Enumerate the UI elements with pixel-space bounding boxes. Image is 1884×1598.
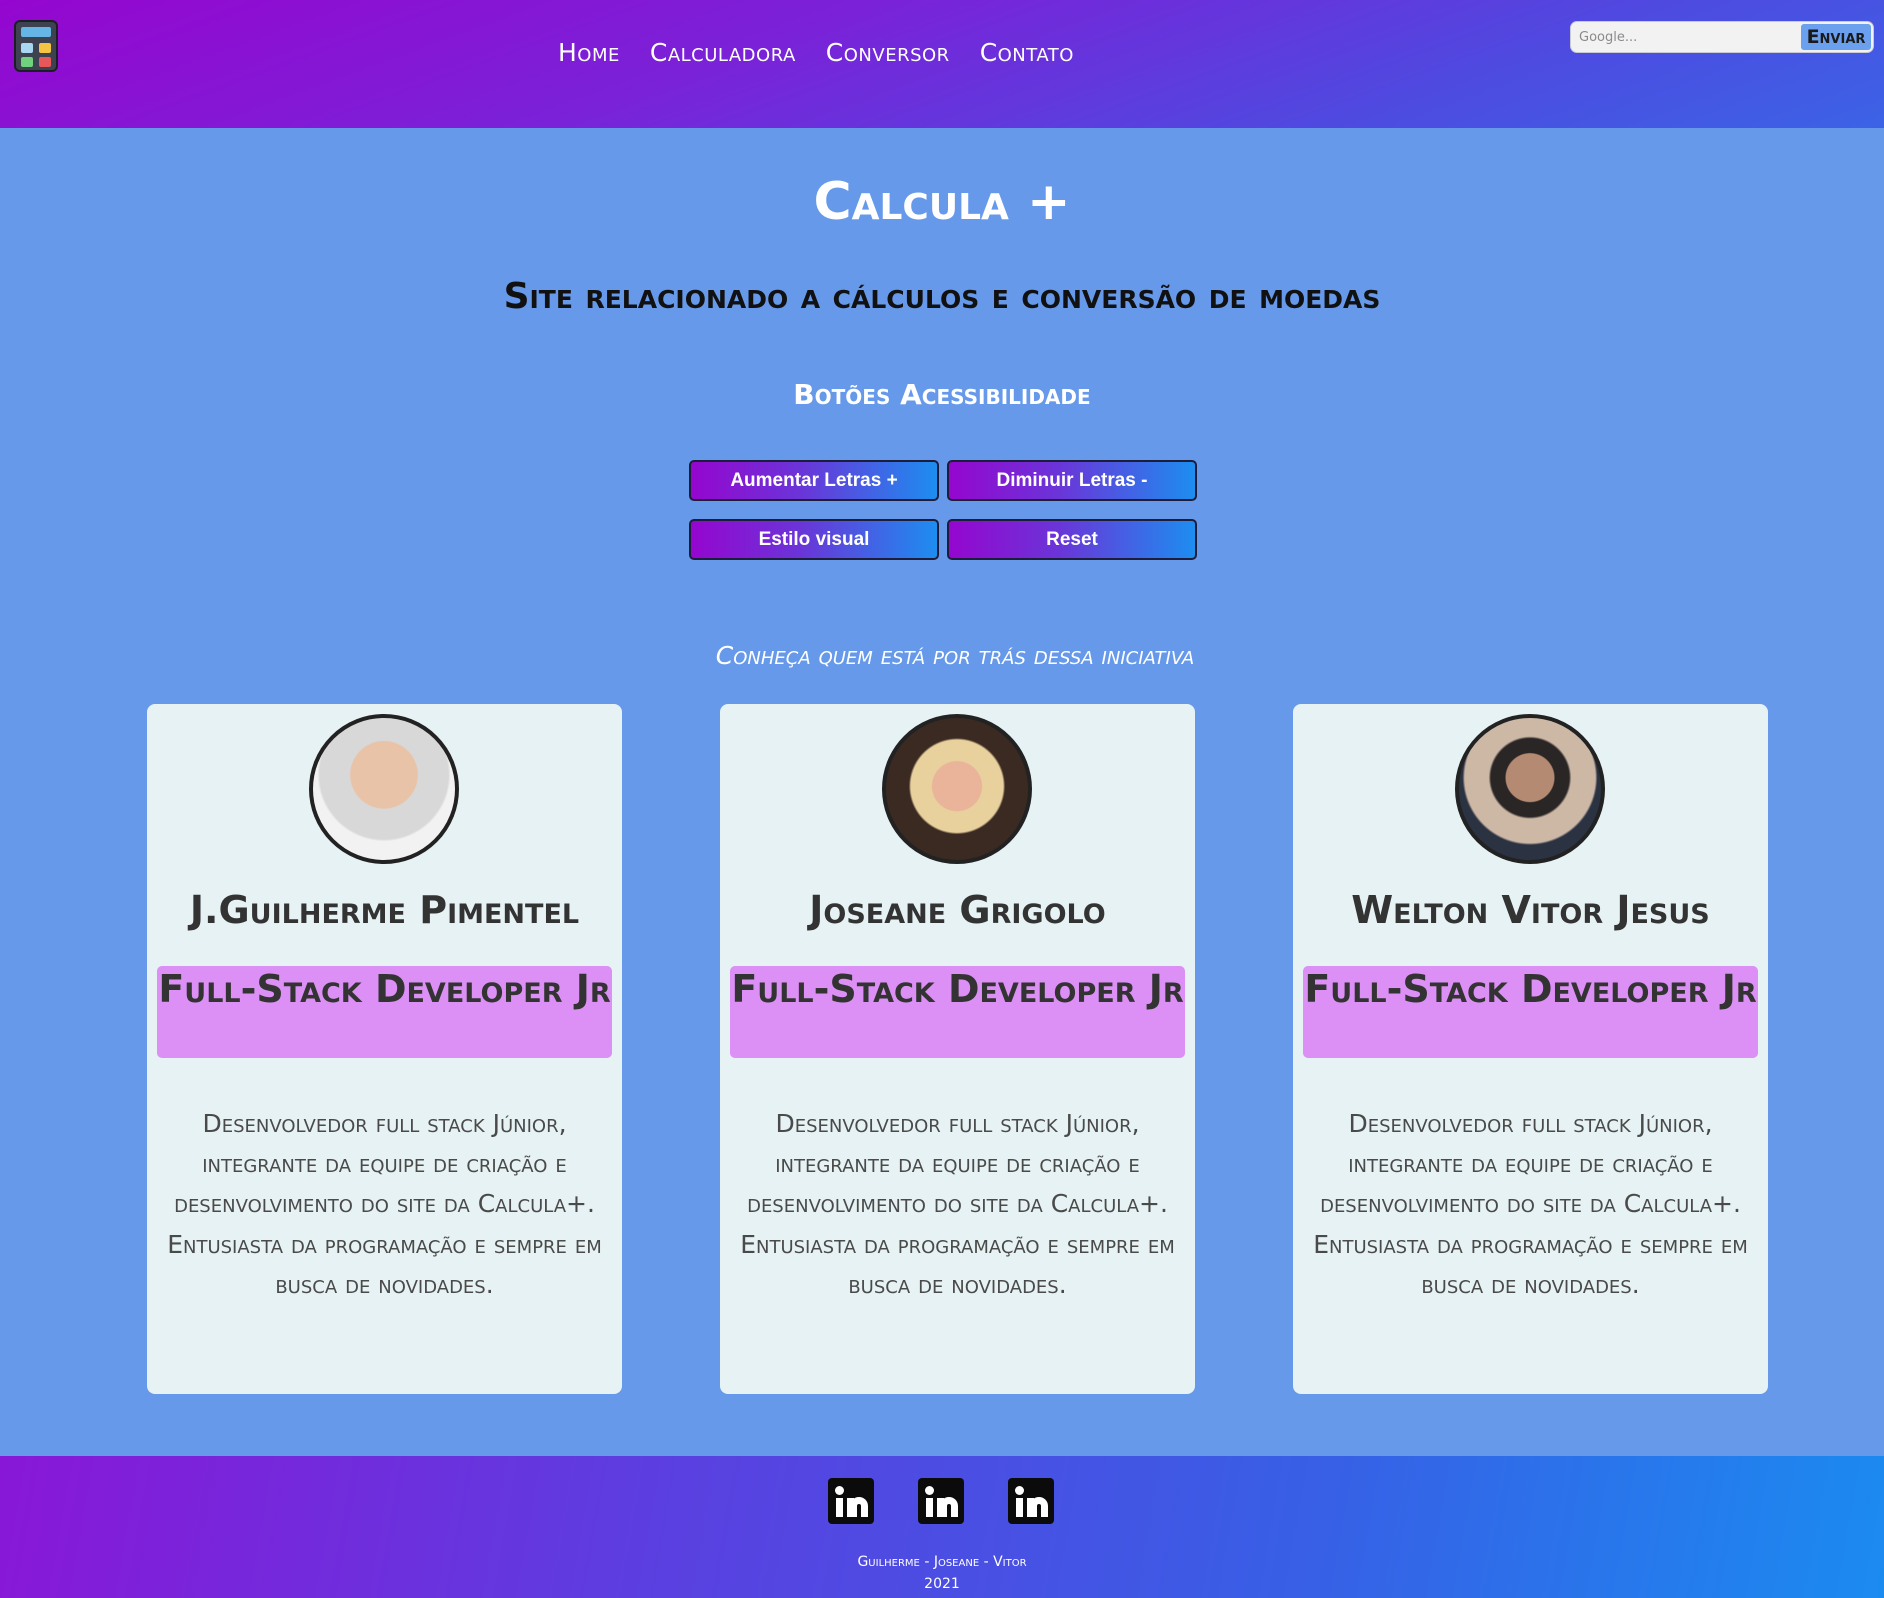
- search-submit-button[interactable]: Enviar: [1801, 24, 1871, 50]
- search-input[interactable]: [1571, 22, 1803, 52]
- nav-calculadora[interactable]: Calculadora: [650, 38, 796, 67]
- visual-style-button[interactable]: Estilo visual: [689, 519, 939, 560]
- linkedin-icon[interactable]: [828, 1478, 874, 1524]
- member-name: Welton Vitor Jesus: [1351, 888, 1710, 932]
- member-role: Full-Stack Developer Jr: [730, 966, 1185, 1058]
- nav-home[interactable]: Home: [558, 38, 620, 67]
- footer-year: 2021: [924, 1576, 960, 1592]
- team-card: J.Guilherme Pimentel Full-Stack Develope…: [147, 704, 622, 1394]
- team-card: Joseane Grigolo Full-Stack Developer Jr …: [720, 704, 1195, 1394]
- team-intro: Conheça quem está por trás dessa iniciat…: [715, 641, 1195, 670]
- site-footer: Guilherme - Joseane - Vitor 2021: [0, 1456, 1884, 1598]
- decrease-font-button[interactable]: Diminuir Letras -: [947, 460, 1197, 501]
- team-card: Welton Vitor Jesus Full-Stack Developer …: [1293, 704, 1768, 1394]
- linkedin-icon[interactable]: [1008, 1478, 1054, 1524]
- nav-contato[interactable]: Contato: [980, 38, 1074, 67]
- member-role: Full-Stack Developer Jr: [1303, 966, 1758, 1058]
- site-header: Home Calculadora Conversor Contato Envia…: [0, 0, 1884, 128]
- member-description: Desenvolvedor full stack Júnior, integra…: [740, 1109, 1175, 1299]
- accessibility-heading: Botões Acessibilidade: [793, 378, 1091, 411]
- page-title: Calcula +: [813, 172, 1071, 232]
- member-role: Full-Stack Developer Jr: [157, 966, 612, 1058]
- member-name: J.Guilherme Pimentel: [189, 888, 580, 932]
- member-name: Joseane Grigolo: [809, 888, 1106, 932]
- avatar: [309, 714, 459, 864]
- main-nav: Home Calculadora Conversor Contato: [558, 38, 1074, 67]
- avatar: [882, 714, 1032, 864]
- page-subtitle: Site relacionado a cálculos e conversão …: [503, 276, 1381, 317]
- calculator-icon[interactable]: [14, 20, 58, 72]
- member-description: Desenvolvedor full stack Júnior, integra…: [1313, 1109, 1748, 1299]
- accessibility-buttons: Aumentar Letras + Diminuir Letras - Esti…: [689, 460, 1197, 568]
- main-content: Calcula + Site relacionado a cálculos e …: [0, 128, 1884, 1456]
- nav-conversor[interactable]: Conversor: [826, 38, 950, 67]
- increase-font-button[interactable]: Aumentar Letras +: [689, 460, 939, 501]
- member-description: Desenvolvedor full stack Júnior, integra…: [167, 1109, 602, 1299]
- search-form: Enviar: [1570, 21, 1874, 53]
- linkedin-icon[interactable]: [918, 1478, 964, 1524]
- reset-button[interactable]: Reset: [947, 519, 1197, 560]
- page: Home Calculadora Conversor Contato Envia…: [0, 0, 1884, 1598]
- footer-credits: Guilherme - Joseane - Vitor: [857, 1554, 1027, 1570]
- avatar: [1455, 714, 1605, 864]
- social-links: [828, 1478, 1054, 1524]
